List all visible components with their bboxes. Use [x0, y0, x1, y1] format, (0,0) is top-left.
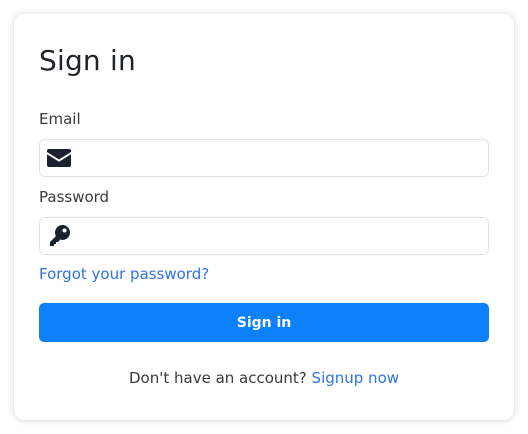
forgot-password-link[interactable]: Forgot your password? — [39, 264, 209, 284]
email-label: Email — [39, 110, 81, 128]
email-field[interactable] — [39, 139, 489, 177]
signup-prompt: Don't have an account? Signup now — [14, 368, 514, 388]
sign-in-card: Sign in Email Password Forgot your passw… — [14, 14, 514, 420]
password-input[interactable] — [78, 218, 483, 254]
password-label: Password — [39, 188, 110, 206]
signup-link[interactable]: Signup now — [312, 369, 399, 387]
signup-prompt-text: Don't have an account? — [128, 369, 307, 387]
sign-in-button[interactable]: Sign in — [39, 303, 489, 342]
password-field[interactable] — [39, 217, 489, 255]
key-icon — [47, 225, 71, 247]
envelope-icon — [47, 147, 71, 169]
email-input[interactable] — [78, 140, 483, 176]
page-title: Sign in — [39, 44, 136, 77]
